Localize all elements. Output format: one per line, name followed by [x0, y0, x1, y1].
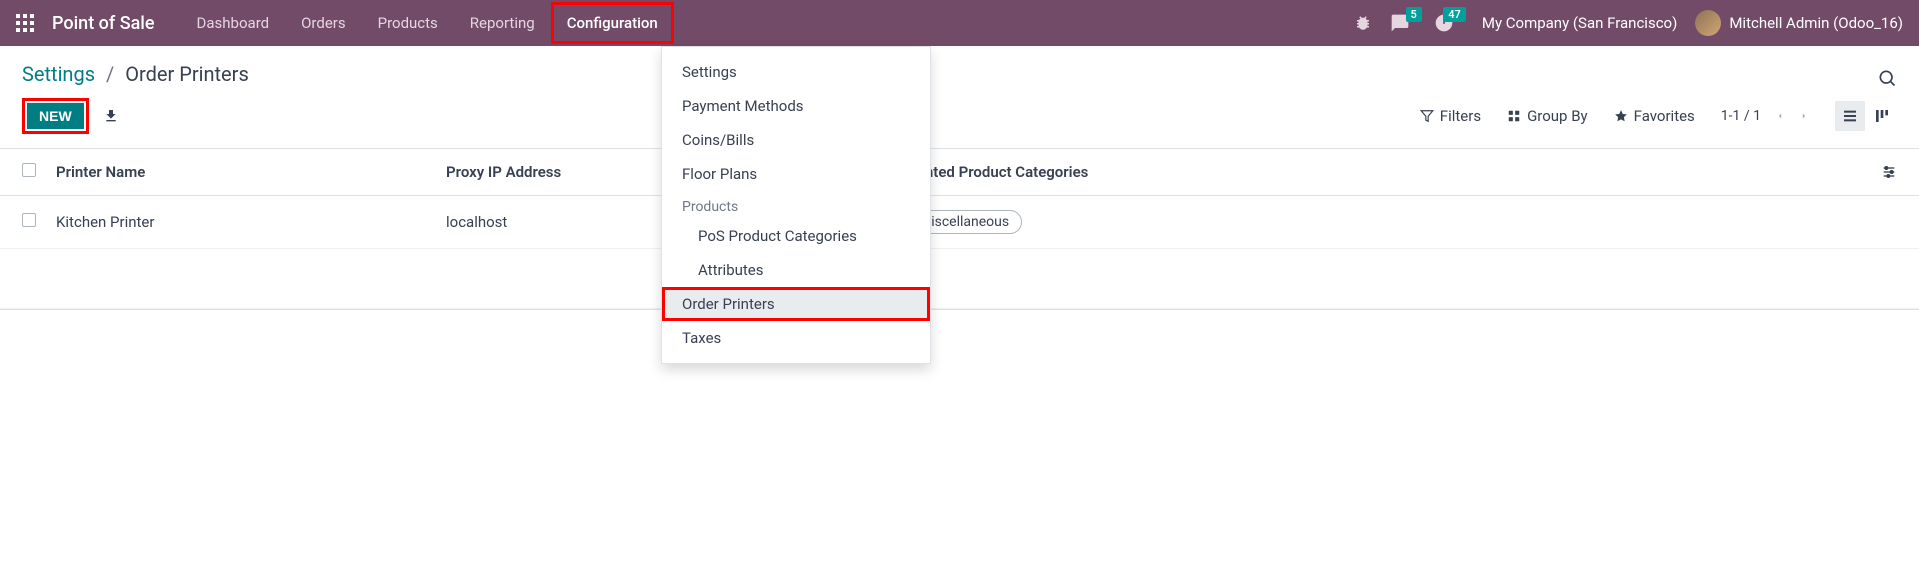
nav-configuration[interactable]: Configuration: [551, 2, 674, 44]
favorites-button[interactable]: Favorites: [1614, 107, 1695, 125]
debug-icon[interactable]: [1354, 14, 1372, 32]
dropdown-payment-methods[interactable]: Payment Methods: [662, 89, 930, 123]
row-checkbox[interactable]: [22, 213, 36, 227]
pager-prev[interactable]: [1775, 109, 1785, 123]
nav-items: Dashboard Orders Products Reporting Conf…: [181, 2, 674, 44]
list-view-button[interactable]: [1835, 101, 1865, 131]
apps-icon[interactable]: [16, 14, 34, 32]
printers-table: Printer Name Proxy IP Address Printed Pr…: [0, 149, 1919, 309]
group-by-button[interactable]: Group By: [1507, 107, 1588, 125]
table-wrap: Printer Name Proxy IP Address Printed Pr…: [0, 148, 1919, 369]
th-options[interactable]: [1871, 149, 1919, 196]
search-icon[interactable]: [1877, 68, 1897, 88]
configuration-dropdown: Settings Payment Methods Coins/Bills Flo…: [661, 46, 931, 364]
activities-icon[interactable]: 47: [1434, 13, 1454, 33]
breadcrumb: Settings / Order Printers: [22, 62, 249, 86]
dropdown-coins-bills[interactable]: Coins/Bills: [662, 123, 930, 157]
user-name: Mitchell Admin (Odoo_16): [1729, 14, 1903, 32]
breadcrumb-current: Order Printers: [125, 62, 249, 86]
app-brand[interactable]: Point of Sale: [52, 13, 155, 34]
dropdown-pos-categories[interactable]: PoS Product Categories: [662, 219, 930, 253]
import-icon[interactable]: [103, 108, 119, 124]
nav-dashboard[interactable]: Dashboard: [181, 2, 286, 44]
select-all-checkbox[interactable]: [22, 163, 36, 177]
view-switcher: [1835, 101, 1897, 131]
cell-printer-name: Kitchen Printer: [46, 196, 436, 249]
dropdown-taxes[interactable]: Taxes: [662, 321, 930, 355]
dropdown-order-printers[interactable]: Order Printers: [662, 287, 930, 321]
activities-badge: 47: [1443, 7, 1466, 22]
user-menu[interactable]: Mitchell Admin (Odoo_16): [1695, 10, 1903, 36]
navbar: Point of Sale Dashboard Orders Products …: [0, 0, 1919, 46]
dropdown-products-header: Products: [662, 191, 930, 219]
pager: 1-1 / 1: [1721, 108, 1809, 124]
messages-icon[interactable]: 5: [1390, 13, 1410, 33]
dropdown-settings[interactable]: Settings: [662, 55, 930, 89]
th-printer-name[interactable]: Printer Name: [46, 149, 436, 196]
pager-text: 1-1 / 1: [1721, 108, 1761, 124]
favorites-label: Favorites: [1634, 107, 1695, 125]
toolbar: NEW Filters Group By Favorites 1-1 / 1: [0, 98, 1919, 148]
dropdown-attributes[interactable]: Attributes: [662, 253, 930, 287]
filters-button[interactable]: Filters: [1420, 107, 1481, 125]
table-row[interactable]: Kitchen Printer localhost Miscellaneous: [0, 196, 1919, 249]
dropdown-floor-plans[interactable]: Floor Plans: [662, 157, 930, 191]
new-button[interactable]: NEW: [27, 103, 84, 129]
th-categories[interactable]: Printed Product Categories: [896, 149, 1871, 196]
cell-categories: Miscellaneous: [896, 196, 1871, 249]
new-button-highlight: NEW: [22, 98, 89, 134]
pager-next[interactable]: [1799, 109, 1809, 123]
content-header: Settings / Order Printers: [0, 46, 1919, 98]
breadcrumb-separator: /: [106, 62, 114, 86]
avatar: [1695, 10, 1721, 36]
messages-badge: 5: [1406, 7, 1422, 22]
group-by-label: Group By: [1527, 107, 1588, 125]
navbar-right: 5 47 My Company (San Francisco) Mitchell…: [1354, 10, 1903, 36]
nav-orders[interactable]: Orders: [285, 2, 362, 44]
company-name[interactable]: My Company (San Francisco): [1482, 14, 1677, 32]
nav-reporting[interactable]: Reporting: [454, 2, 551, 44]
kanban-view-button[interactable]: [1867, 101, 1897, 131]
nav-products[interactable]: Products: [362, 2, 454, 44]
filters-label: Filters: [1440, 107, 1481, 125]
breadcrumb-parent[interactable]: Settings: [22, 62, 95, 86]
